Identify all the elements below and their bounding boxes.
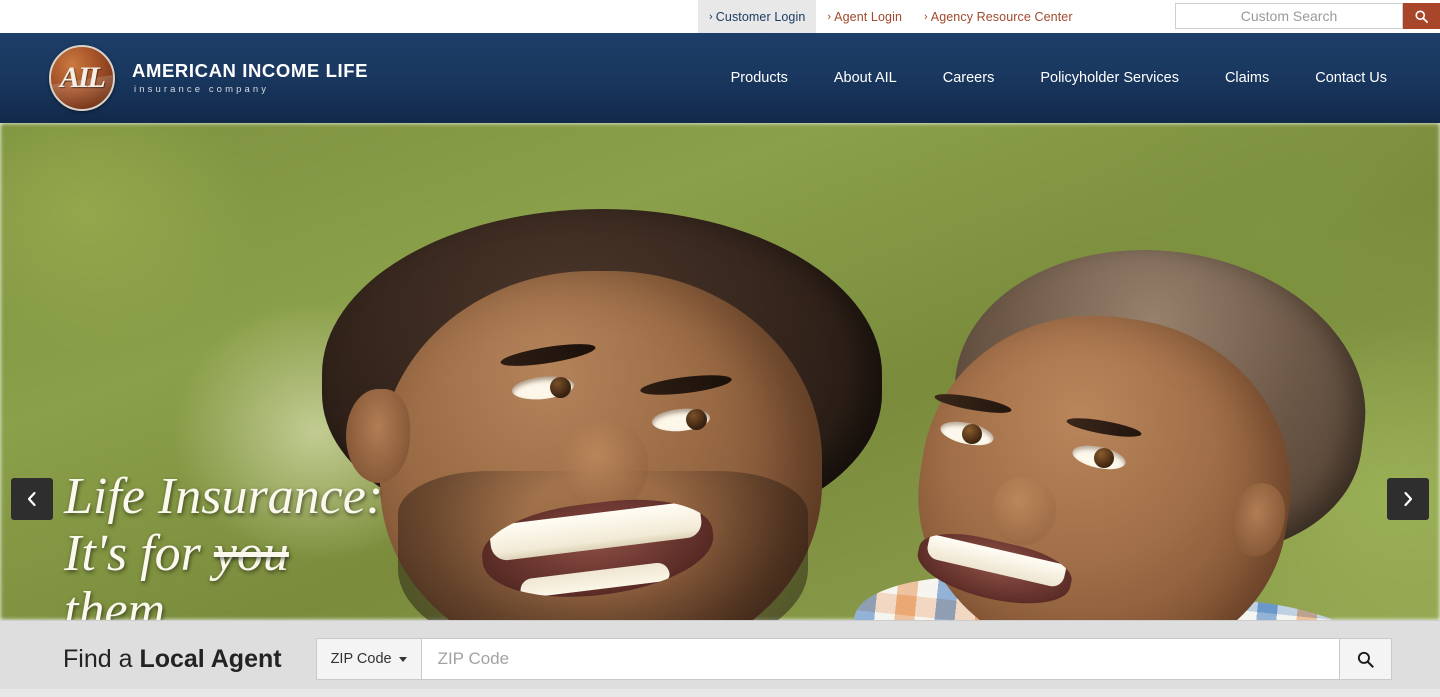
nav-item-policyholder-services[interactable]: Policyholder Services bbox=[1017, 70, 1202, 86]
nav-item-about-ail[interactable]: About AIL bbox=[811, 70, 920, 86]
agent-finder-title-light: Find a bbox=[63, 644, 140, 673]
utility-link-label: Agent Login bbox=[834, 9, 902, 24]
carousel-prev-button[interactable] bbox=[11, 478, 53, 520]
main-nav: Products About AIL Careers Policyholder … bbox=[708, 70, 1410, 86]
nav-item-products[interactable]: Products bbox=[708, 70, 811, 86]
logo-text: AMERICAN INCOME LIFE insurance company bbox=[132, 60, 369, 95]
utility-link-agency-resource-center[interactable]: › Agency Resource Center bbox=[913, 0, 1084, 33]
search-type-dropdown[interactable]: ZIP Code bbox=[315, 638, 421, 680]
hero-carousel: Life Insurance: It's for you them. Prote… bbox=[0, 123, 1440, 620]
logo-subtitle: insurance company bbox=[134, 83, 270, 95]
nav-item-contact-us[interactable]: Contact Us bbox=[1292, 70, 1410, 86]
chevron-right-icon: › bbox=[709, 10, 713, 23]
search-button[interactable] bbox=[1403, 3, 1440, 29]
hero-headline-line-3: them. bbox=[64, 582, 179, 620]
search-input[interactable] bbox=[1175, 3, 1403, 29]
hero-headline-line-2-text: It's for bbox=[64, 525, 214, 582]
utility-link-customer-login[interactable]: › Customer Login bbox=[698, 0, 817, 33]
site-header: AIL AMERICAN INCOME LIFE insurance compa… bbox=[0, 33, 1440, 123]
nav-item-claims[interactable]: Claims bbox=[1202, 70, 1292, 86]
hero-headline: Life Insurance: It's for you them. bbox=[64, 468, 383, 620]
chevron-left-icon bbox=[27, 491, 36, 507]
chevron-down-icon bbox=[398, 656, 407, 662]
utility-search bbox=[1175, 3, 1440, 29]
chevron-right-icon: › bbox=[924, 10, 928, 23]
agent-finder-title: Find a Local Agent bbox=[63, 645, 282, 674]
utility-link-label: Customer Login bbox=[715, 9, 806, 24]
agent-finder-bar: Find a Local Agent ZIP Code bbox=[0, 620, 1440, 697]
hero-content: Life Insurance: It's for you them. Prote… bbox=[0, 123, 1440, 620]
hero-headline-line-1: Life Insurance: bbox=[64, 468, 384, 525]
utility-links: › Customer Login › Agent Login › Agency Res… bbox=[698, 0, 1084, 33]
chevron-right-icon bbox=[1404, 491, 1413, 507]
zip-code-input[interactable] bbox=[420, 638, 1339, 680]
utility-link-label: Agency Resource Center bbox=[930, 9, 1073, 24]
logo-badge-icon: AIL bbox=[49, 45, 115, 111]
nav-item-careers[interactable]: Careers bbox=[920, 70, 1018, 86]
hero-headline-strikethrough: you bbox=[213, 525, 289, 582]
page-root: › Customer Login › Agent Login › Agency Res… bbox=[0, 0, 1440, 697]
hero-headline-line-2: It's for you bbox=[64, 525, 383, 582]
agent-finder-form: ZIP Code bbox=[315, 638, 1392, 680]
search-icon bbox=[1357, 651, 1374, 668]
search-type-dropdown-label: ZIP Code bbox=[330, 651, 392, 667]
carousel-next-button[interactable] bbox=[1387, 478, 1429, 520]
logo[interactable]: AIL AMERICAN INCOME LIFE insurance compa… bbox=[49, 45, 368, 111]
logo-monogram: AIL bbox=[59, 61, 106, 94]
agent-finder-title-bold: Local Agent bbox=[139, 644, 282, 673]
logo-title: AMERICAN INCOME LIFE bbox=[132, 60, 369, 82]
utility-bar: › Customer Login › Agent Login › Agency Res… bbox=[0, 0, 1440, 33]
utility-link-agent-login[interactable]: › Agent Login bbox=[816, 0, 913, 33]
chevron-right-icon: › bbox=[827, 10, 832, 23]
search-icon bbox=[1415, 9, 1428, 23]
agent-search-button[interactable] bbox=[1339, 638, 1392, 680]
